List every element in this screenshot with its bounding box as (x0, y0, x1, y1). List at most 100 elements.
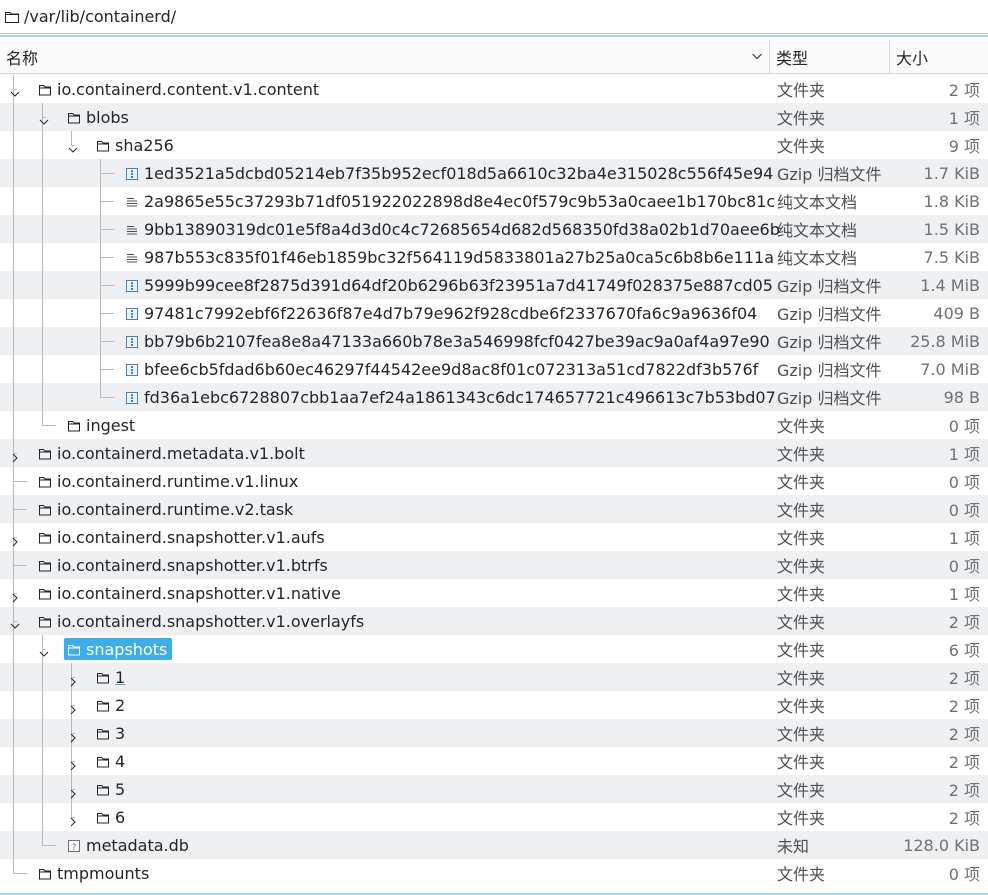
file-tree[interactable]: io.containerd.content.v1.content 文件夹 2 项 bl… (0, 75, 988, 895)
file-name[interactable]: io.containerd.runtime.v2.task (54, 495, 296, 523)
column-header-type[interactable]: 类型 (770, 40, 890, 74)
file-name[interactable]: 2a9865e55c37293b71df051922022898d8e4ec0f… (141, 187, 778, 215)
file-name[interactable]: ingest (83, 411, 138, 439)
file-name[interactable]: io.containerd.snapshotter.v1.native (54, 579, 344, 607)
file-name[interactable]: fd36a1ebc6728807cbb1aa7ef24a1861343c6dc1… (141, 383, 779, 411)
file-name[interactable]: sha256 (112, 131, 177, 159)
chevron-right-icon[interactable] (68, 672, 78, 687)
table-row[interactable]: bfee6cb5fdad6b60ec46297f44542ee9d8ac8f01… (0, 355, 988, 383)
name-cell[interactable]: 5999b99cee8f2875d391d64df20b6296b63f2395… (0, 271, 773, 299)
name-cell[interactable]: ingest (0, 411, 770, 439)
name-cell[interactable]: 2 (0, 691, 770, 719)
chevron-right-icon[interactable] (68, 812, 78, 827)
file-name[interactable]: io.containerd.snapshotter.v1.overlayfs (54, 607, 367, 635)
name-cell[interactable]: 97481c7992ebf6f22636f87e4d7b79e962f928cd… (0, 299, 770, 327)
chevron-right-icon[interactable] (68, 784, 78, 799)
name-cell[interactable]: 6 (0, 803, 770, 831)
name-cell[interactable]: tmpmounts (0, 859, 770, 887)
table-row[interactable]: 6 文件夹 2 项 (0, 803, 988, 831)
name-cell[interactable]: io.containerd.snapshotter.v1.btrfs (0, 551, 770, 579)
table-row[interactable]: 1 文件夹 2 项 (0, 663, 988, 691)
table-row[interactable]: 97481c7992ebf6f22636f87e4d7b79e962f928cd… (0, 299, 988, 327)
name-cell[interactable]: blobs (0, 103, 770, 131)
name-cell[interactable]: 4 (0, 747, 770, 775)
name-cell[interactable]: io.containerd.runtime.v2.task (0, 495, 770, 523)
table-row[interactable]: ingest 文件夹 0 项 (0, 411, 988, 439)
name-cell[interactable]: 1 (0, 663, 770, 691)
table-row[interactable]: sha256 文件夹 9 项 (0, 131, 988, 159)
chevron-right-icon[interactable] (10, 448, 20, 463)
file-name[interactable]: bfee6cb5fdad6b60ec46297f44542ee9d8ac8f01… (141, 355, 761, 383)
file-name[interactable]: io.containerd.metadata.v1.bolt (54, 439, 308, 467)
name-cell[interactable]: bb79b6b2107fea8e8a47133a660b78e3a546998f… (0, 327, 770, 355)
table-row[interactable]: 5999b99cee8f2875d391d64df20b6296b63f2395… (0, 271, 988, 299)
column-header-size[interactable]: 大小 (890, 40, 988, 74)
chevron-right-icon[interactable] (68, 756, 78, 771)
name-cell[interactable]: io.containerd.content.v1.content (0, 75, 770, 103)
name-cell[interactable]: 5 (0, 775, 770, 803)
file-name[interactable]: io.containerd.snapshotter.v1.btrfs (54, 551, 331, 579)
name-cell[interactable]: ? metadata.db (0, 831, 770, 859)
name-cell[interactable]: io.containerd.snapshotter.v1.aufs (0, 523, 770, 551)
table-row[interactable]: 4 文件夹 2 项 (0, 747, 988, 775)
file-name[interactable]: 1 (112, 663, 128, 691)
name-cell[interactable]: 3 (0, 719, 770, 747)
chevron-down-icon[interactable] (10, 616, 20, 629)
column-header-name[interactable]: 名称 (0, 40, 770, 74)
name-cell[interactable]: 987b553c835f01f46eb1859bc32f564119d58338… (0, 243, 774, 271)
table-row[interactable]: 5 文件夹 2 项 (0, 775, 988, 803)
file-name[interactable]: 5 (112, 775, 128, 803)
name-cell[interactable]: snapshots (0, 635, 770, 663)
name-cell[interactable]: io.containerd.metadata.v1.bolt (0, 439, 770, 467)
name-cell[interactable]: 2a9865e55c37293b71df051922022898d8e4ec0f… (0, 187, 775, 215)
table-row[interactable]: bb79b6b2107fea8e8a47133a660b78e3a546998f… (0, 327, 988, 355)
file-name[interactable]: 1ed3521a5dcbd05214eb7f35b952ecf018d5a661… (141, 159, 776, 187)
path-bar[interactable]: /var/lib/containerd/ (0, 0, 988, 34)
file-name[interactable]: 4 (112, 747, 128, 775)
chevron-down-icon[interactable] (39, 112, 49, 125)
file-name[interactable]: io.containerd.snapshotter.v1.aufs (54, 523, 328, 551)
chevron-right-icon[interactable] (68, 700, 78, 715)
table-row[interactable]: io.containerd.runtime.v2.task 文件夹 0 项 (0, 495, 988, 523)
table-row[interactable]: fd36a1ebc6728807cbb1aa7ef24a1861343c6dc1… (0, 383, 988, 411)
chevron-right-icon[interactable] (68, 728, 78, 743)
name-cell[interactable]: sha256 (0, 131, 770, 159)
chevron-right-icon[interactable] (10, 532, 20, 547)
file-name[interactable]: bb79b6b2107fea8e8a47133a660b78e3a546998f… (141, 327, 773, 355)
table-row[interactable]: 1ed3521a5dcbd05214eb7f35b952ecf018d5a661… (0, 159, 988, 187)
table-row[interactable]: io.containerd.content.v1.content 文件夹 2 项 (0, 75, 988, 103)
table-row[interactable]: io.containerd.snapshotter.v1.native 文件夹 1 … (0, 579, 988, 607)
table-row[interactable]: io.containerd.snapshotter.v1.overlayfs 文件… (0, 607, 988, 635)
file-name[interactable]: 5999b99cee8f2875d391d64df20b6296b63f2395… (141, 271, 776, 299)
table-row[interactable]: 2a9865e55c37293b71df051922022898d8e4ec0f… (0, 187, 988, 215)
file-name[interactable]: 9bb13890319dc01e5f8a4d3d0c4c72685654d682… (141, 215, 783, 243)
table-row[interactable]: blobs 文件夹 1 项 (0, 103, 988, 131)
file-name[interactable]: 6 (112, 803, 128, 831)
name-cell[interactable]: bfee6cb5fdad6b60ec46297f44542ee9d8ac8f01… (0, 355, 770, 383)
table-row[interactable]: 987b553c835f01f46eb1859bc32f564119d58338… (0, 243, 988, 271)
name-cell[interactable]: io.containerd.snapshotter.v1.overlayfs (0, 607, 770, 635)
chevron-down-icon[interactable] (39, 644, 49, 657)
table-row[interactable]: io.containerd.runtime.v1.linux 文件夹 0 项 (0, 467, 988, 495)
file-name[interactable]: 987b553c835f01f46eb1859bc32f564119d58338… (141, 243, 777, 271)
table-row[interactable]: 3 文件夹 2 项 (0, 719, 988, 747)
table-row[interactable]: 2 文件夹 2 项 (0, 691, 988, 719)
file-name[interactable]: metadata.db (83, 831, 192, 859)
name-cell[interactable]: io.containerd.snapshotter.v1.native (0, 579, 770, 607)
name-cell[interactable]: 1ed3521a5dcbd05214eb7f35b952ecf018d5a661… (0, 159, 773, 187)
table-row[interactable]: ? metadata.db 未知 128.0 KiB (0, 831, 988, 859)
file-name[interactable]: tmpmounts (54, 859, 152, 887)
chevron-down-icon[interactable] (68, 140, 78, 153)
file-name[interactable]: 97481c7992ebf6f22636f87e4d7b79e962f928cd… (141, 299, 760, 327)
chevron-right-icon[interactable] (10, 588, 20, 603)
table-row[interactable]: io.containerd.metadata.v1.bolt 文件夹 1 项 (0, 439, 988, 467)
table-row[interactable]: io.containerd.snapshotter.v1.btrfs 文件夹 0 项 (0, 551, 988, 579)
file-name[interactable]: snapshots (83, 635, 170, 663)
name-cell[interactable]: 9bb13890319dc01e5f8a4d3d0c4c72685654d682… (0, 215, 780, 243)
file-name[interactable]: 2 (112, 691, 128, 719)
name-cell[interactable]: fd36a1ebc6728807cbb1aa7ef24a1861343c6dc1… (0, 383, 776, 411)
file-name[interactable]: io.containerd.content.v1.content (54, 75, 322, 103)
table-row[interactable]: io.containerd.snapshotter.v1.aufs 文件夹 1 项 (0, 523, 988, 551)
table-row[interactable]: snapshots 文件夹 6 项 (0, 635, 988, 663)
table-row[interactable]: tmpmounts 文件夹 0 项 (0, 859, 988, 887)
